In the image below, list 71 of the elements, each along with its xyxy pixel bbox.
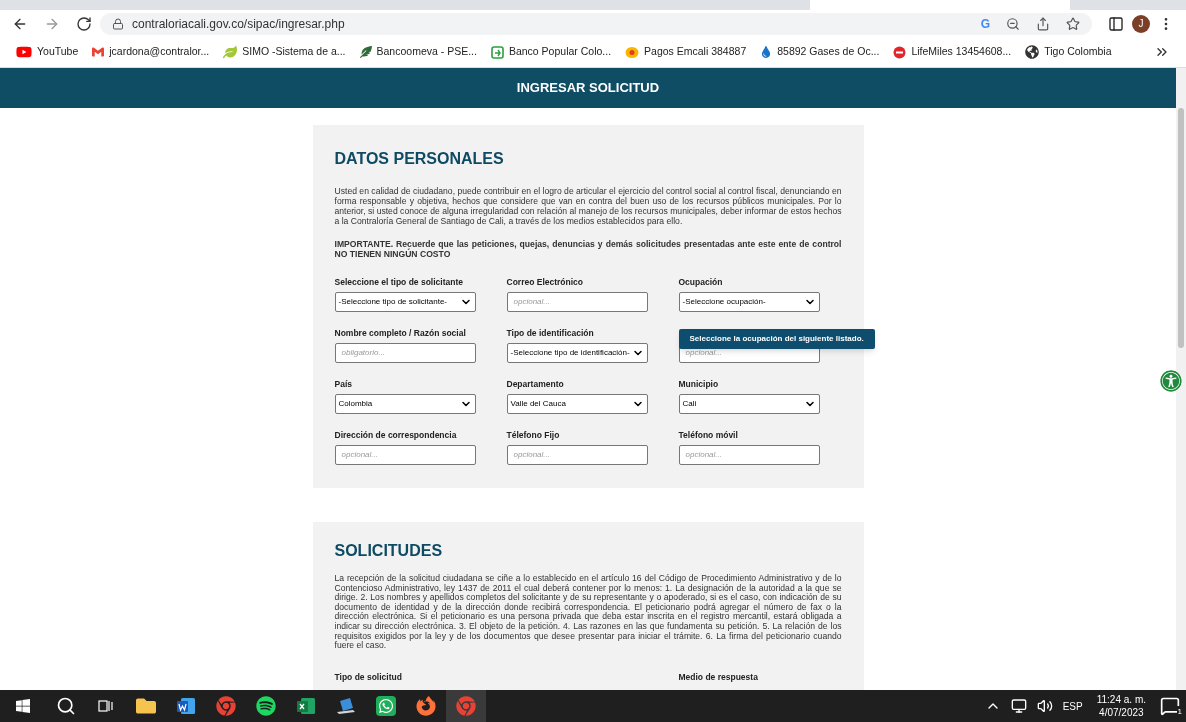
bookmark[interactable]: SIMO -Sistema de a... <box>223 44 346 60</box>
word-icon[interactable] <box>176 696 196 716</box>
bookmark[interactable]: LifeMiles 13454608... <box>893 44 1012 60</box>
spotify-icon[interactable] <box>256 696 276 716</box>
bookmark[interactable]: 85892 Gases de Oc... <box>760 44 880 60</box>
bookmark[interactable]: Bancoomeva - PSE... <box>359 44 477 60</box>
section-title: SOLICITUDES <box>334 542 444 560</box>
bookmark[interactable]: jcardona@contralor... <box>92 44 210 60</box>
select-field[interactable]: -Seleccione ocupación- <box>678 292 820 312</box>
field-label: Medio de respuesta <box>678 671 758 682</box>
clock[interactable]: 11:24 a. m. 4/07/2023 <box>1092 693 1150 719</box>
important-note: IMPORTANTE. Recuerde que las peticiones, quejas, denuncias y demás solicitudes presentadas ante este ente de control NO TIENEN NINGÚN COSTO <box>334 239 842 259</box>
select-field[interactable]: Valle del Cauca <box>506 394 648 414</box>
mail-icon <box>92 46 105 58</box>
lock-icon <box>112 17 124 30</box>
field-label: Seleccione el tipo de solicitante <box>334 277 463 288</box>
language-indicator[interactable]: ESP <box>1062 698 1083 714</box>
speaker-icon[interactable] <box>1036 698 1053 714</box>
field-label: Correo Electrónico <box>506 277 584 288</box>
bookmark[interactable]: Banco Popular Colo... <box>490 44 612 60</box>
reload-icon[interactable] <box>76 15 92 32</box>
notifications-icon[interactable] <box>1160 696 1180 716</box>
spreadsheet-icon[interactable] <box>296 696 316 716</box>
search-icon[interactable] <box>56 696 76 716</box>
laptop-icon[interactable] <box>336 696 356 716</box>
chat-icon[interactable] <box>376 696 396 716</box>
bookmark[interactable]: Pagos Emcali 384887 <box>625 44 747 60</box>
globe-icon <box>1025 45 1040 59</box>
network-icon[interactable] <box>1010 698 1027 714</box>
intro-paragraph: Usted en calidad de ciudadano, puede contribuir en el logro de articular el ejercicio del control social al control fiscal, denunciando en forma responsable y objetiva, hechos que considere que van en contra del buen uso de los recursos públicos municipales. Por lo anterior, si usted conoce de alguna irregularidad con relación al manejo de los recursos municipales, deber informar de estos hechos a la Contraloría General de Santiago de Cali, a través de los medios establecidos para ello. <box>334 186 842 226</box>
play-icon <box>16 44 32 60</box>
field-label: Nombre completo / Razón social <box>334 328 466 339</box>
drop-icon <box>760 46 773 58</box>
chrome-icon[interactable] <box>216 696 236 716</box>
folder-icon[interactable] <box>136 696 156 716</box>
leaf-icon <box>223 45 238 59</box>
star-icon[interactable] <box>1066 16 1080 31</box>
tooltip: Seleccione la ocupación del siguiente listado. <box>678 329 875 349</box>
feather-icon <box>359 46 372 58</box>
burst-icon <box>625 45 640 59</box>
side-panel-icon[interactable] <box>1108 15 1124 32</box>
field-label: País <box>334 379 352 390</box>
firefox-icon[interactable] <box>416 696 436 716</box>
field-label: Tipo de identificación <box>506 328 594 339</box>
bank-icon <box>490 45 504 59</box>
select-field[interactable]: -Seleccione tipo de identificación- <box>506 343 648 363</box>
bookmark[interactable]: YouTube <box>16 44 79 60</box>
select-field[interactable]: Colombia <box>334 394 476 414</box>
share-icon[interactable] <box>1036 16 1050 31</box>
field-label: Teléfono móvil <box>678 430 738 441</box>
field-label: Municipio <box>678 379 719 390</box>
field-label: Dirección de correspondencia <box>334 430 457 441</box>
section-title: DATOS PERSONALES <box>334 149 505 169</box>
select-field[interactable]: Cali <box>678 394 820 414</box>
bookmark[interactable]: Tigo Colombia <box>1025 44 1112 60</box>
select-field[interactable]: -Seleccione tipo de solicitante- <box>334 292 476 312</box>
start-icon[interactable] <box>15 698 31 714</box>
field-label: Télefono Fijo <box>506 430 560 441</box>
field-label: Departamento <box>506 379 564 390</box>
field-label: Tipo de solicitud <box>334 671 402 682</box>
zoom-icon[interactable] <box>1006 16 1020 31</box>
page-header: INGRESAR SOLICITUD <box>0 68 1176 108</box>
accessibility-icon[interactable] <box>1160 370 1182 392</box>
address-bar[interactable]: contraloriacali.gov.co/sipac/ingresar.php G <box>100 12 1092 35</box>
field-label: Ocupación <box>678 277 723 288</box>
requirements-paragraph: La recepción de la solicitud ciudadana se ciñe a lo establecido en el artículo 16 del Código de Procedimiento Administrativo y de lo Contencioso Administrativo, ley 1437 de 2011 el cual deberá contener por lo menos: 1. La designación de la autoridad a la que se dirige. 2. Los nombres y apellidos completos del solicitante y de su representante y o apoderado, si es el caso, con indicación de su documento de identidad y de la dirección donde recibirá correspondencia. El peticionario podrá agregar el número de fax o la dirección electrónica. Si el peticionario es una persona privada que deba estar inscrita en el registro mercantil, estará obligada a indicar su dirección electrónica. 3. El objeto de la petición. 4. Las razones en las que fundamenta su petición. 5. La relación de los requisitos exigidos por la ley y de los documentos que desee presentar para iniciar el trámite. 6. La firma del peticionario cuando fuere el caso. <box>334 574 842 651</box>
scrollbar[interactable] <box>1176 68 1186 690</box>
chrome-icon[interactable] <box>456 696 476 716</box>
task-view-icon[interactable] <box>98 699 114 713</box>
badge-icon <box>893 45 907 59</box>
profile-avatar[interactable]: J <box>1132 14 1150 33</box>
